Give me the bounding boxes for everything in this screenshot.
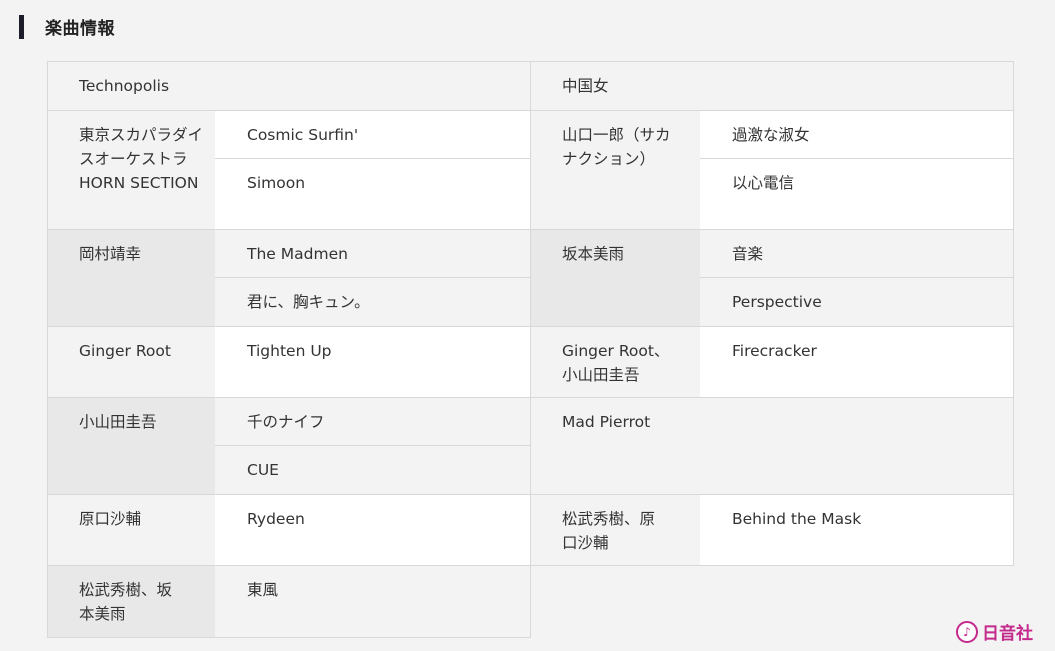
artist-cell: 小山田圭吾	[47, 397, 215, 494]
row-divider	[47, 397, 1014, 398]
header-label: Technopolis	[79, 77, 170, 95]
song-title: 以心電信	[732, 174, 795, 192]
row-divider	[47, 110, 1014, 111]
artist-name: 坂本美雨	[562, 245, 625, 263]
section-title: 楽曲情報	[45, 19, 115, 39]
song-info-table: Technopolis 中国女 東京スカパラダイスオーケストラ HORN SEC…	[47, 61, 1014, 638]
row-header-left: Technopolis	[47, 61, 530, 110]
artist-cell: Ginger Root、小山田圭吾	[530, 326, 700, 397]
row-header-right: 中国女	[530, 61, 1014, 110]
artist-cell: Ginger Root	[47, 326, 215, 397]
song-cell: 音楽	[700, 229, 1014, 277]
artist-cell: 山口一郎（サカナクション）	[530, 110, 700, 229]
song-title: Rydeen	[247, 510, 305, 528]
artist-cell: 原口沙輔	[47, 494, 215, 565]
song-title: Perspective	[732, 293, 822, 311]
song-cell: 千のナイフ	[215, 397, 530, 445]
song-divider	[215, 445, 530, 446]
artist-name: 松武秀樹、原口沙輔	[562, 510, 656, 552]
artist-name: 小山田圭吾	[79, 413, 157, 431]
artist-name: 岡村靖幸	[79, 245, 142, 263]
song-title: 東風	[247, 581, 279, 599]
artist-cell: 松武秀樹、坂本美雨	[47, 565, 215, 638]
artist-name: 松武秀樹、坂本美雨	[79, 581, 173, 623]
table-border	[47, 637, 531, 638]
heading-accent-bar	[19, 14, 24, 39]
song-cell: Tighten Up	[215, 326, 530, 397]
music-note-icon: ♪	[956, 620, 978, 643]
song-cell: Rydeen	[215, 494, 530, 565]
table-border	[1013, 61, 1014, 565]
song-title: 音楽	[732, 245, 764, 263]
header-label: 中国女	[562, 77, 609, 95]
artist-cell: 松武秀樹、原口沙輔	[530, 494, 700, 565]
row-divider	[47, 565, 1014, 566]
song-title: Tighten Up	[247, 342, 332, 360]
section-heading: 楽曲情報	[19, 14, 115, 39]
row-divider	[47, 229, 1014, 230]
song-title: Behind the Mask	[732, 510, 862, 528]
song-title: Simoon	[247, 174, 306, 192]
artist-cell: 坂本美雨	[530, 229, 700, 326]
artist-name: 原口沙輔	[79, 510, 142, 528]
artist-name: Ginger Root	[79, 342, 171, 360]
song-title: The Madmen	[247, 245, 348, 263]
row-header-right: Mad Pierrot	[530, 397, 1014, 494]
artist-cell: 岡村靖幸	[47, 229, 215, 326]
song-title: CUE	[247, 461, 279, 479]
header-label: Mad Pierrot	[562, 413, 651, 431]
song-title: Cosmic Surfin'	[247, 126, 359, 144]
song-cell: 過激な淑女	[700, 110, 1014, 158]
song-cell: Perspective	[700, 277, 1014, 326]
table-border	[47, 61, 48, 638]
watermark-text: 日音社	[982, 624, 1033, 644]
song-cell: Cosmic Surfin'	[215, 110, 530, 158]
table-border	[530, 61, 531, 638]
site-watermark: ♪ 日音社	[956, 619, 1033, 644]
song-divider	[700, 277, 1014, 278]
song-cell: 東風	[215, 565, 530, 638]
song-divider	[215, 158, 530, 159]
song-cell: CUE	[215, 445, 530, 494]
song-title: 千のナイフ	[247, 413, 325, 431]
song-divider	[215, 277, 530, 278]
song-cell: The Madmen	[215, 229, 530, 277]
song-cell: Firecracker	[700, 326, 1014, 397]
song-cell: 以心電信	[700, 158, 1014, 229]
row-divider	[47, 326, 1014, 327]
song-divider	[700, 158, 1014, 159]
song-title: 過激な淑女	[732, 126, 810, 144]
artist-cell: 東京スカパラダイスオーケストラ HORN SECTION	[47, 110, 215, 229]
artist-name: 山口一郎（サカナクション）	[562, 126, 671, 168]
artist-name: Ginger Root、小山田圭吾	[562, 342, 670, 384]
row-divider	[47, 494, 1014, 495]
artist-name: 東京スカパラダイスオーケストラ HORN SECTION	[79, 126, 204, 192]
song-title: Firecracker	[732, 342, 817, 360]
song-title: 君に、胸キュン。	[247, 293, 370, 311]
song-cell: Simoon	[215, 158, 530, 229]
song-cell: Behind the Mask	[700, 494, 1014, 565]
song-cell: 君に、胸キュン。	[215, 277, 530, 326]
